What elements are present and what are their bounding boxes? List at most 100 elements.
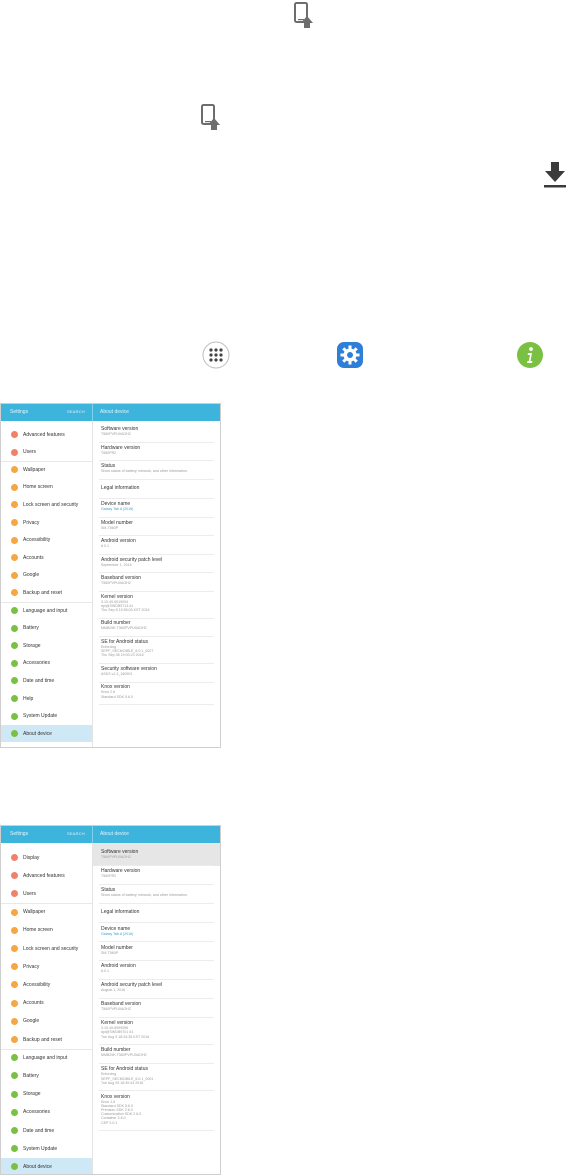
about-item-kernel-version[interactable]: Kernel version 3.10.49-9019094 dpi@SWDB971…	[101, 594, 212, 613]
menu-item-lock-screen-and-security[interactable]: Lock screen and security	[1, 496, 92, 513]
about-item-status[interactable]: Status Show status of battery, network, a…	[101, 463, 212, 473]
item-subtitle: Galaxy Tab A (2016)	[101, 507, 134, 511]
info-icon	[516, 341, 544, 369]
menu-item-storage[interactable]: Storage	[1, 1086, 92, 1103]
menu-item-accessibility[interactable]: Accessibility	[1, 532, 92, 549]
menu-item-help[interactable]: Help	[1, 690, 92, 707]
about-item-device-name[interactable]: Device name Galaxy Tab A (2016)	[101, 926, 212, 936]
about-item-android-security-patch-level[interactable]: Android security patch level August 1, 20…	[101, 982, 212, 992]
menu-item-backup-and-reset[interactable]: Backup and reset	[1, 1031, 92, 1048]
item-subtitle: Thu Sep 08 19:00:23 2016	[101, 653, 144, 658]
row-divider	[99, 1063, 214, 1065]
battery-icon	[11, 1072, 18, 1080]
about-item-hardware-version[interactable]: Hardware version T560PR2	[101, 868, 212, 878]
row-divider	[99, 572, 214, 574]
menu-item-label: Accessories	[23, 1109, 50, 1116]
row-divider	[99, 960, 214, 962]
about-item-software-version[interactable]: Software version T560PVPU0AOH2	[101, 849, 212, 859]
item-subtitle: T560PR2	[101, 873, 117, 878]
menu-item-lock-screen-and-security[interactable]: Lock screen and security	[1, 940, 92, 957]
menu-item-privacy[interactable]: Privacy	[1, 514, 92, 531]
storage-icon	[11, 642, 18, 650]
about-item-build-number[interactable]: Build number MMB29K.T560PVPU0AOH2	[101, 1047, 212, 1057]
menu-item-date-and-time[interactable]: Date and time	[1, 672, 92, 689]
menu-item-advanced-features[interactable]: Advanced features	[1, 867, 92, 884]
menu-item-wallpaper[interactable]: Wallpaper	[1, 904, 92, 921]
menu-item-label: Accessories	[23, 660, 50, 667]
about-item-android-version[interactable]: Android version 6.0.1	[101, 538, 212, 548]
menu-item-about-device[interactable]: About device	[1, 1158, 92, 1174]
menu-item-language-and-input[interactable]: Language and input	[1, 1049, 92, 1066]
menu-item-home-screen[interactable]: Home screen	[1, 922, 92, 939]
menu-item-storage[interactable]: Storage	[1, 637, 92, 654]
menu-item-battery[interactable]: Battery	[1, 620, 92, 637]
menu-item-accessibility[interactable]: Accessibility	[1, 976, 92, 993]
menu-item-date-and-time[interactable]: Date and time	[1, 1122, 92, 1139]
item-subtitle: ASKS v1.3_160901	[101, 671, 133, 676]
menu-item-wallpaper[interactable]: Wallpaper	[1, 461, 92, 478]
item-subtitle: SM-T560P	[101, 950, 119, 955]
menu-item-advanced-features[interactable]: Advanced features	[1, 426, 92, 443]
search-button[interactable]: SEARCH	[67, 409, 85, 414]
menu-item-accessories[interactable]: Accessories	[1, 1104, 92, 1121]
row-divider	[99, 998, 214, 999]
about-item-legal-information[interactable]: Legal information	[101, 906, 212, 915]
menu-item-about-device[interactable]: About device	[1, 725, 92, 743]
about-item-model-number[interactable]: Model number SM-T560P	[101, 520, 212, 530]
about-item-android-security-patch-level[interactable]: Android security patch level September 1,…	[101, 557, 212, 567]
home-screen-icon	[11, 926, 18, 934]
about-item-software-version[interactable]: Software version T560PVPU0AOH2	[101, 426, 212, 436]
menu-item-label: Accessibility	[23, 537, 51, 544]
row-divider	[99, 498, 214, 500]
download-icon	[543, 161, 567, 189]
menu-item-label: System Update	[23, 713, 58, 720]
menu-item-battery[interactable]: Battery	[1, 1067, 92, 1084]
about-item-status[interactable]: Status Show status of battery, network, a…	[101, 887, 212, 897]
menu-item-label: Accounts	[23, 1000, 44, 1007]
menu-item-google[interactable]: Google	[1, 1013, 92, 1030]
about-item-baseband-version[interactable]: Baseband version T560PVPU0AOH2	[101, 575, 212, 585]
menu-item-language-and-input[interactable]: Language and input	[1, 602, 92, 619]
menu-item-users[interactable]: Users	[1, 444, 92, 461]
about-item-legal-information[interactable]: Legal information	[101, 482, 212, 491]
menu-item-google[interactable]: Google	[1, 567, 92, 584]
menu-item-display[interactable]: Display	[1, 849, 92, 866]
apps-icon	[202, 341, 230, 369]
accessories-icon	[11, 1108, 18, 1116]
about-item-se-for-android-status[interactable]: SE for Android status Enforcing SEPF_SECMO…	[101, 1066, 212, 1085]
about-item-knox-version[interactable]: Knox version Knox 2.6 Standard SDK 5.6.0	[101, 684, 212, 698]
menu-item-label: Advanced features	[23, 872, 65, 879]
menu-item-users[interactable]: Users	[1, 885, 92, 902]
about-item-model-number[interactable]: Model number SM-T560P	[101, 945, 212, 955]
accessibility-icon	[11, 536, 18, 544]
about-item-se-for-android-status[interactable]: SE for Android status Enforcing SEPF_SECMO…	[101, 639, 212, 658]
about-item-device-name[interactable]: Device name Galaxy Tab A (2016)	[101, 501, 212, 511]
item-title: Legal information	[101, 484, 140, 491]
item-subtitle: 6.0.1	[101, 969, 109, 974]
about-item-kernel-version[interactable]: Kernel version 3.10.49-8999396 dpi@SWDB970…	[101, 1020, 212, 1039]
language-and-input-icon	[11, 607, 18, 614]
about-item-security-software-version[interactable]: Security software version ASKS v1.3_16090…	[101, 666, 212, 676]
wallpaper-icon	[11, 466, 18, 474]
menu-item-home-screen[interactable]: Home screen	[1, 479, 92, 496]
about-item-build-number[interactable]: Build number MMB29K.T560PVPU0AOH2	[101, 620, 212, 630]
about-item-hardware-version[interactable]: Hardware version T560PR2	[101, 445, 212, 455]
menu-item-backup-and-reset[interactable]: Backup and reset	[1, 584, 92, 601]
menu-item-label: Wallpaper	[23, 466, 46, 473]
row-divider	[99, 681, 214, 683]
lock-screen-and-security-icon	[11, 945, 18, 952]
menu-item-accounts[interactable]: Accounts	[1, 995, 92, 1012]
menu-item-system-update[interactable]: System Update	[1, 1140, 92, 1157]
row-divider	[99, 516, 214, 518]
menu-item-label: Privacy	[23, 519, 40, 526]
search-button[interactable]: SEARCH	[67, 831, 85, 836]
menu-item-accounts[interactable]: Accounts	[1, 549, 92, 566]
menu-item-accessories[interactable]: Accessories	[1, 655, 92, 672]
menu-item-label: Wallpaper	[23, 909, 46, 916]
menu-item-label: Help	[23, 695, 34, 702]
about-item-android-version[interactable]: Android version 6.0.1	[101, 963, 212, 973]
menu-item-system-update[interactable]: System Update	[1, 708, 92, 725]
about-item-baseband-version[interactable]: Baseband version T560PVPU0AOH2	[101, 1001, 212, 1011]
about-item-knox-version[interactable]: Knox version Knox 2.6 Standard SDK 5.6.0 Pr…	[101, 1094, 212, 1125]
menu-item-privacy[interactable]: Privacy	[1, 958, 92, 975]
